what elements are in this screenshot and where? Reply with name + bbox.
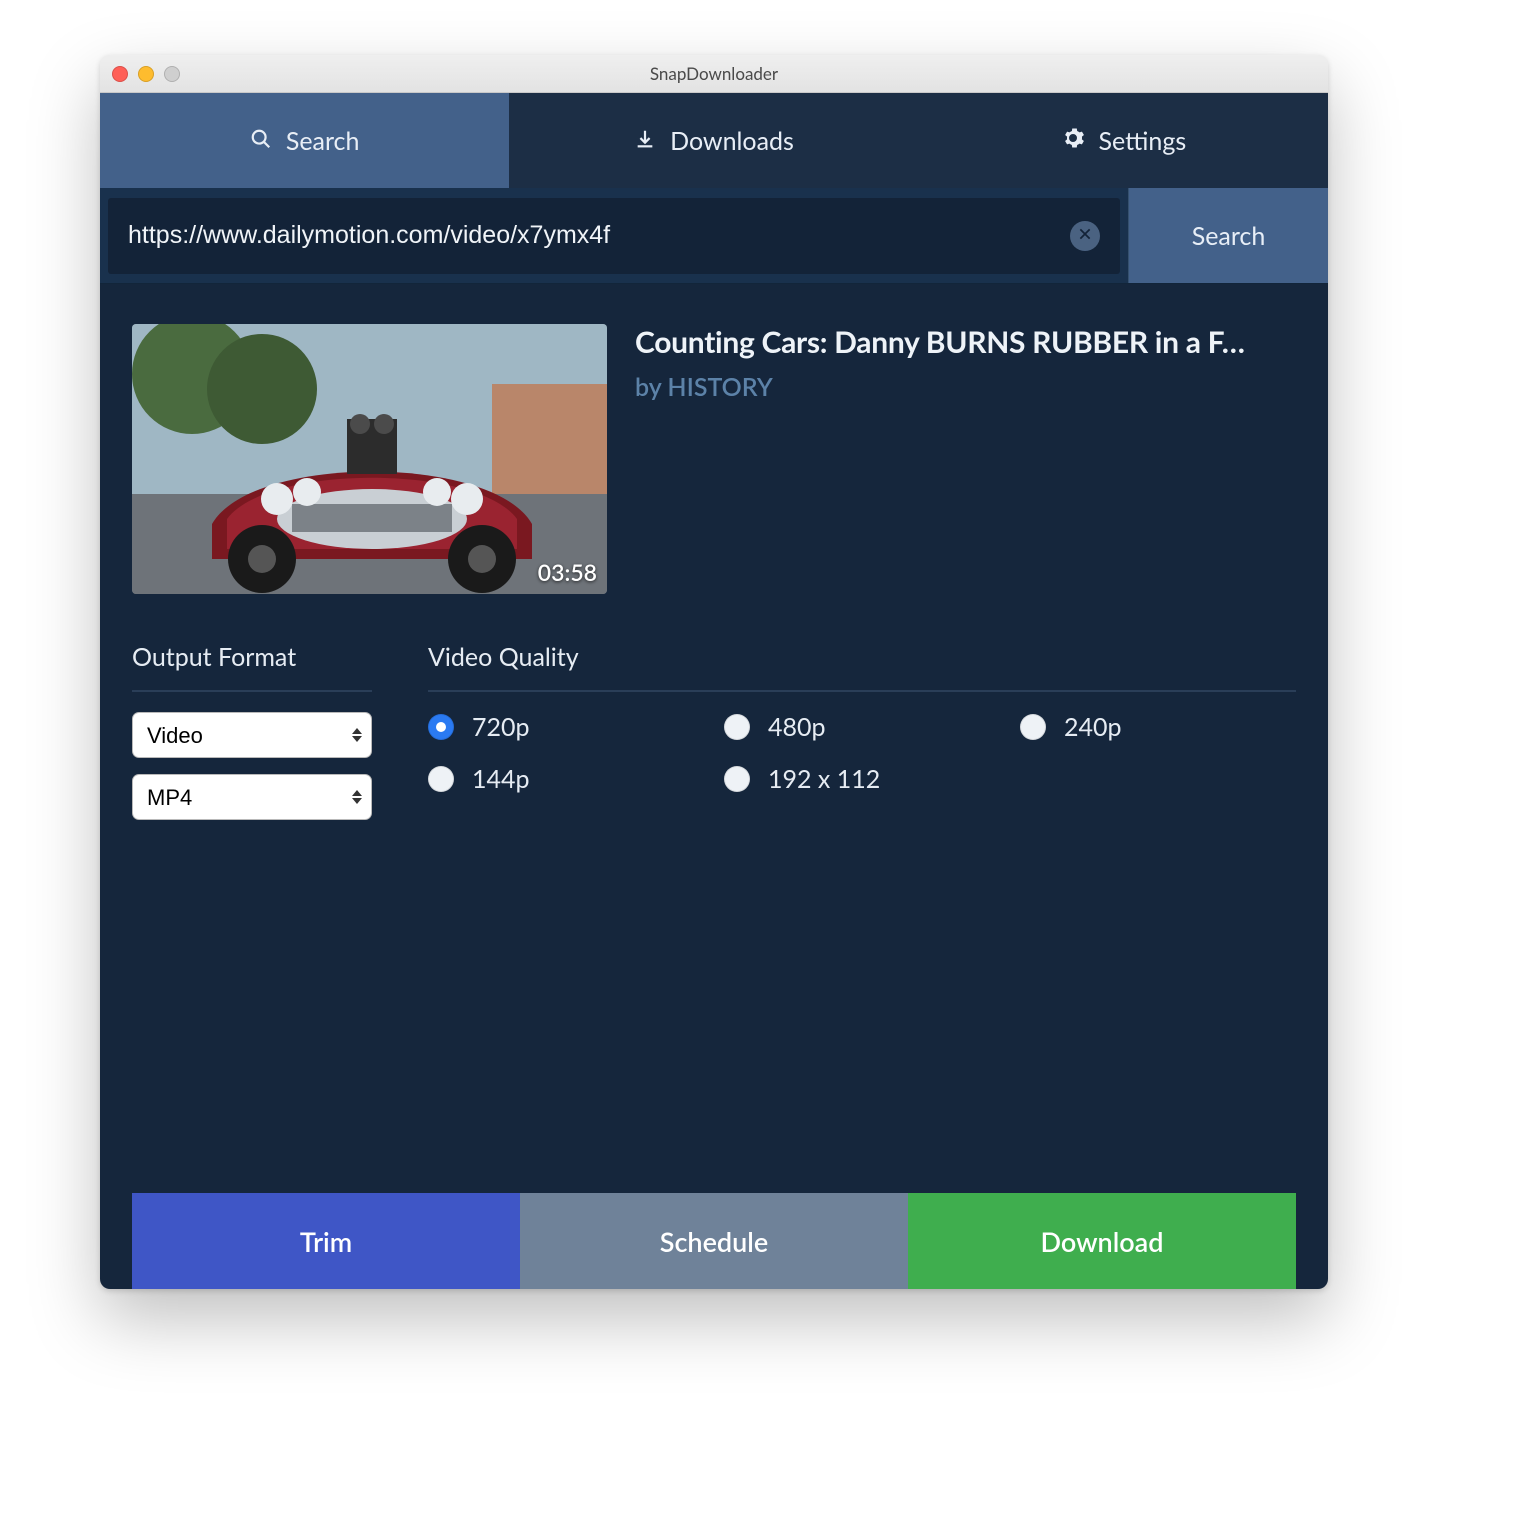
quality-option-label: 480p bbox=[768, 712, 826, 742]
thumbnail-illustration bbox=[132, 324, 607, 594]
divider bbox=[132, 690, 372, 692]
close-window-button[interactable] bbox=[112, 66, 128, 82]
close-icon bbox=[1078, 226, 1092, 245]
search-icon bbox=[250, 126, 272, 156]
video-by-prefix: by bbox=[635, 372, 667, 402]
tab-settings-label: Settings bbox=[1099, 126, 1187, 156]
radio-icon bbox=[724, 714, 750, 740]
video-duration: 03:58 bbox=[538, 558, 597, 586]
video-quality-label: Video Quality bbox=[428, 642, 1296, 672]
window-controls bbox=[112, 66, 180, 82]
radio-icon bbox=[428, 766, 454, 792]
video-author: by HISTORY bbox=[635, 372, 1296, 402]
url-input-container bbox=[108, 198, 1120, 274]
output-type-select[interactable]: Video bbox=[132, 712, 372, 758]
tab-settings[interactable]: Settings bbox=[919, 93, 1328, 188]
quality-option-480p[interactable]: 480p bbox=[724, 712, 1000, 742]
footer-actions: Trim Schedule Download bbox=[132, 1193, 1296, 1289]
quality-option-192x112[interactable]: 192 x 112 bbox=[724, 764, 1000, 794]
schedule-button-label: Schedule bbox=[660, 1225, 768, 1258]
video-quality-column: Video Quality 720p 480p 240p 144p 192 x 112 bbox=[428, 642, 1296, 820]
schedule-button[interactable]: Schedule bbox=[520, 1193, 908, 1289]
trim-button[interactable]: Trim bbox=[132, 1193, 520, 1289]
radio-icon bbox=[428, 714, 454, 740]
titlebar: SnapDownloader bbox=[100, 55, 1328, 93]
video-by-author: HISTORY bbox=[667, 372, 772, 402]
container-select[interactable]: MP4 bbox=[132, 774, 372, 820]
output-type-select-wrap: Video bbox=[132, 712, 372, 758]
radio-icon bbox=[1020, 714, 1046, 740]
output-format-label: Output Format bbox=[132, 642, 372, 672]
quality-option-144p[interactable]: 144p bbox=[428, 764, 704, 794]
quality-option-720p[interactable]: 720p bbox=[428, 712, 704, 742]
main-area: 03:58 Counting Cars: Danny BURNS RUBBER … bbox=[100, 284, 1328, 1289]
quality-option-label: 144p bbox=[472, 764, 530, 794]
url-input[interactable] bbox=[128, 221, 1070, 250]
tab-search-label: Search bbox=[286, 126, 360, 156]
search-button[interactable]: Search bbox=[1128, 188, 1328, 283]
video-result-row: 03:58 Counting Cars: Danny BURNS RUBBER … bbox=[132, 324, 1296, 594]
video-meta: Counting Cars: Danny BURNS RUBBER in a F… bbox=[635, 324, 1296, 594]
tab-downloads[interactable]: Downloads bbox=[509, 93, 918, 188]
tab-downloads-label: Downloads bbox=[670, 126, 794, 156]
radio-icon bbox=[724, 766, 750, 792]
video-thumbnail[interactable]: 03:58 bbox=[132, 324, 607, 594]
quality-option-label: 192 x 112 bbox=[768, 764, 880, 794]
trim-button-label: Trim bbox=[300, 1225, 352, 1258]
clear-input-button[interactable] bbox=[1070, 221, 1100, 251]
top-tabs: Search Downloads Settings bbox=[100, 93, 1328, 188]
divider bbox=[428, 690, 1296, 692]
quality-options-grid: 720p 480p 240p 144p 192 x 112 bbox=[428, 712, 1296, 794]
download-icon bbox=[634, 126, 656, 156]
maximize-window-button[interactable] bbox=[164, 66, 180, 82]
minimize-window-button[interactable] bbox=[138, 66, 154, 82]
search-button-label: Search bbox=[1192, 221, 1266, 251]
output-format-column: Output Format Video MP4 bbox=[132, 642, 372, 820]
container-select-wrap: MP4 bbox=[132, 774, 372, 820]
download-button-label: Download bbox=[1041, 1225, 1164, 1258]
options-area: Output Format Video MP4 bbox=[132, 642, 1296, 820]
download-button[interactable]: Download bbox=[908, 1193, 1296, 1289]
tab-search[interactable]: Search bbox=[100, 93, 509, 188]
quality-option-label: 720p bbox=[472, 712, 530, 742]
video-title: Counting Cars: Danny BURNS RUBBER in a F… bbox=[635, 324, 1296, 360]
gear-icon bbox=[1061, 126, 1085, 156]
app-title: SnapDownloader bbox=[650, 63, 778, 84]
quality-option-label: 240p bbox=[1064, 712, 1122, 742]
search-row: Search bbox=[100, 188, 1328, 284]
app-window: SnapDownloader Search Downloads Settin bbox=[100, 55, 1328, 1289]
quality-option-240p[interactable]: 240p bbox=[1020, 712, 1296, 742]
